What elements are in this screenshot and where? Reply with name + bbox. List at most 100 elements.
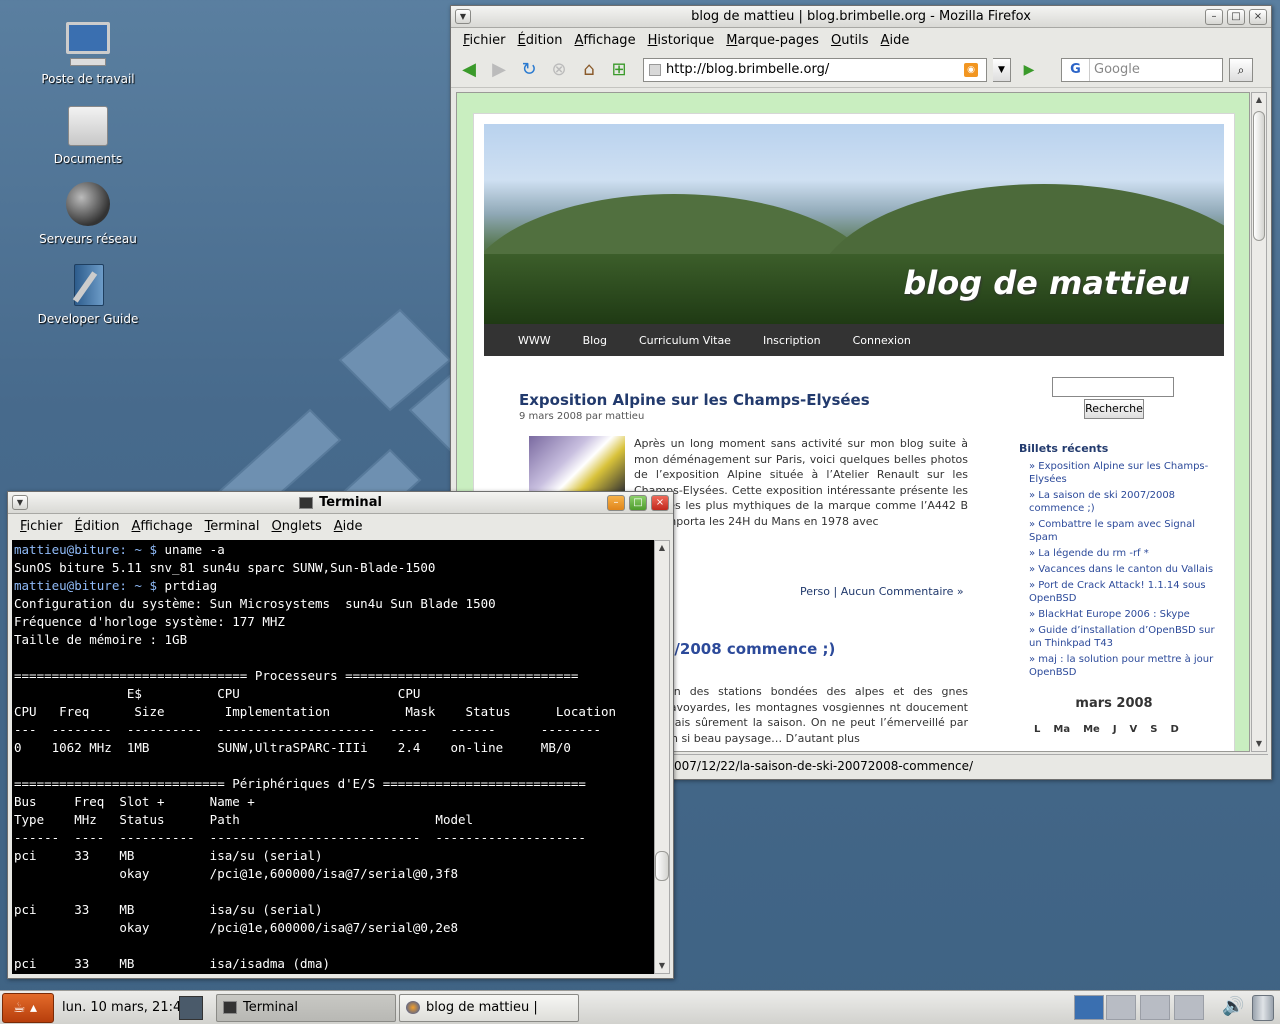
recent-post-link[interactable]: » Exposition Alpine sur les Champs-Elysé…: [1029, 460, 1215, 486]
terminal-titlebar[interactable]: ▼ Terminal – □ ×: [8, 492, 673, 514]
taskbar-item-label: Terminal: [243, 1000, 298, 1015]
blog-banner: blog de mattieu: [484, 124, 1224, 324]
scroll-down-arrow-icon[interactable]: ▼: [1252, 737, 1266, 751]
desktop-icon-label: Documents: [53, 152, 123, 166]
close-button[interactable]: ×: [651, 495, 669, 511]
reload-icon[interactable]: ↻: [517, 58, 541, 82]
recent-post-link[interactable]: » La légende du rm -rf *: [1029, 547, 1215, 560]
menu-aide[interactable]: Aide: [328, 519, 369, 534]
url-text: http://blog.brimbelle.org/: [666, 62, 830, 77]
maximize-button[interactable]: □: [629, 495, 647, 511]
command-output: Configuration du système: Sun Microsyste…: [14, 596, 617, 971]
post-category-link[interactable]: Perso: [800, 585, 830, 598]
desktop-icon-computer[interactable]: Poste de travail: [28, 20, 148, 86]
shell-command: prtdiag: [157, 578, 218, 593]
navigation-toolbar: ◀ ▶ ↻ ⊗ ⌂ ⊞ http://blog.brimbelle.org/ ◉…: [451, 52, 1271, 88]
menu-affichage[interactable]: Affichage: [125, 519, 198, 534]
url-input[interactable]: http://blog.brimbelle.org/ ◉: [643, 57, 987, 82]
menu-onglets[interactable]: Onglets: [266, 519, 328, 534]
terminal-scrollbar[interactable]: ▲ ▼: [654, 540, 670, 974]
go-arrow-icon[interactable]: ▶: [1017, 58, 1041, 82]
recent-posts-list: » Exposition Alpine sur les Champs-Elysé…: [1029, 460, 1215, 682]
desktop-icon-documents[interactable]: Documents: [28, 100, 148, 166]
menu-edition[interactable]: Édition: [69, 519, 126, 534]
workspace-3[interactable]: [1140, 995, 1170, 1020]
desktop-icon-label: Poste de travail: [41, 72, 135, 86]
clock[interactable]: lun. 10 mars, 21:44: [62, 1000, 190, 1015]
workspace-2[interactable]: [1106, 995, 1136, 1020]
menu-fichier[interactable]: Fichier: [14, 519, 69, 534]
minimize-button[interactable]: –: [1205, 9, 1223, 25]
scrollbar-thumb[interactable]: [1253, 111, 1265, 241]
taskbar-item-terminal[interactable]: Terminal: [216, 994, 396, 1022]
forward-arrow-icon[interactable]: ▶: [487, 58, 511, 82]
menu-affichage[interactable]: Affichage: [568, 33, 641, 48]
volume-icon[interactable]: 🔊: [1222, 996, 1244, 1017]
new-tab-icon[interactable]: ⊞: [607, 58, 631, 82]
shell-prompt: mattieu@biture: ~ $: [14, 542, 157, 557]
page-scrollbar[interactable]: ▲ ▼: [1251, 92, 1267, 752]
close-button[interactable]: ×: [1249, 9, 1267, 25]
rss-feed-icon[interactable]: ◉: [964, 62, 978, 77]
nav-cv[interactable]: Curriculum Vitae: [623, 334, 747, 347]
scrollbar-thumb[interactable]: [655, 851, 669, 881]
workspace-1[interactable]: [1074, 995, 1104, 1020]
sidebar-search-input[interactable]: [1052, 377, 1174, 397]
search-input[interactable]: G Google: [1061, 57, 1223, 82]
home-icon[interactable]: ⌂: [577, 58, 601, 82]
menu-terminal[interactable]: Terminal: [199, 519, 266, 534]
globe-icon: [64, 180, 112, 228]
workspace-4[interactable]: [1174, 995, 1204, 1020]
terminal-window[interactable]: ▼ Terminal – □ × Fichier Édition Afficha…: [7, 491, 674, 979]
recent-post-link[interactable]: » La saison de ski 2007/2008 commence ;): [1029, 489, 1215, 515]
scroll-up-arrow-icon[interactable]: ▲: [1252, 93, 1266, 107]
sidebar-search-button[interactable]: Recherche: [1084, 399, 1144, 419]
blog-title[interactable]: blog de mattieu: [903, 264, 1190, 302]
trash-icon[interactable]: [1252, 995, 1274, 1021]
url-history-dropdown[interactable]: ▼: [993, 57, 1011, 82]
menu-historique[interactable]: Historique: [642, 33, 721, 48]
desktop-icon-developer-guide[interactable]: Developer Guide: [28, 260, 148, 326]
scroll-down-arrow-icon[interactable]: ▼: [655, 959, 669, 973]
menu-outils[interactable]: Outils: [825, 33, 875, 48]
search-magnifier-icon[interactable]: ⌕: [1229, 57, 1253, 82]
minimize-button[interactable]: –: [607, 495, 625, 511]
desktop-icon-network[interactable]: Serveurs réseau: [28, 180, 148, 246]
recent-post-link[interactable]: » Guide d’installation d’OpenBSD sur un …: [1029, 624, 1215, 650]
nav-www[interactable]: WWW: [502, 334, 567, 347]
menu-aide[interactable]: Aide: [875, 33, 916, 48]
post2-title[interactable]: 7/2008 commence ;): [664, 640, 835, 658]
menu-marque-pages[interactable]: Marque-pages: [720, 33, 825, 48]
post-thumbnail[interactable]: [529, 436, 625, 492]
terminal-icon: [223, 1001, 237, 1014]
window-menu-button[interactable]: ▼: [12, 495, 28, 510]
back-arrow-icon[interactable]: ◀: [457, 58, 481, 82]
firefox-titlebar[interactable]: ▼ blog de mattieu | blog.brimbelle.org -…: [451, 6, 1271, 28]
terminal-output[interactable]: mattieu@biture: ~ $ uname -a SunOS bitur…: [12, 540, 654, 974]
show-desktop-icon[interactable]: [179, 996, 203, 1020]
nav-connexion[interactable]: Connexion: [837, 334, 927, 347]
recent-post-link[interactable]: » BlackHat Europe 2006 : Skype: [1029, 608, 1215, 621]
folder-icon: [64, 100, 112, 148]
calendar-title: mars 2008: [1075, 696, 1153, 711]
post-title[interactable]: Exposition Alpine sur les Champs-Elysées: [519, 391, 870, 409]
menu-fichier[interactable]: Fichier: [457, 33, 512, 48]
stop-icon[interactable]: ⊗: [547, 58, 571, 82]
nav-inscription[interactable]: Inscription: [747, 334, 837, 347]
recent-post-link[interactable]: » Port de Crack Attack! 1.1.14 sous Open…: [1029, 579, 1215, 605]
recent-post-link[interactable]: » maj : la solution pour mettre à jour O…: [1029, 653, 1215, 679]
recent-post-link[interactable]: » Combattre le spam avec Signal Spam: [1029, 518, 1215, 544]
menu-edition[interactable]: Édition: [512, 33, 569, 48]
weekday: Me: [1083, 724, 1100, 735]
java-launch-menu-icon[interactable]: ☕ ▴: [2, 993, 54, 1023]
search-engine-icon[interactable]: G: [1062, 58, 1090, 81]
nav-blog[interactable]: Blog: [567, 334, 623, 347]
recent-post-link[interactable]: » Vacances dans le canton du Vallais: [1029, 563, 1215, 576]
post-comments-link[interactable]: Aucun Commentaire »: [841, 585, 964, 598]
computer-icon: [64, 20, 112, 68]
calendar-weekdays: L Ma Me J V S D: [1034, 724, 1179, 735]
scroll-up-arrow-icon[interactable]: ▲: [655, 541, 669, 555]
taskbar-item-firefox[interactable]: blog de mattieu | blog....: [399, 994, 579, 1022]
window-menu-button[interactable]: ▼: [455, 9, 471, 24]
maximize-button[interactable]: □: [1227, 9, 1245, 25]
